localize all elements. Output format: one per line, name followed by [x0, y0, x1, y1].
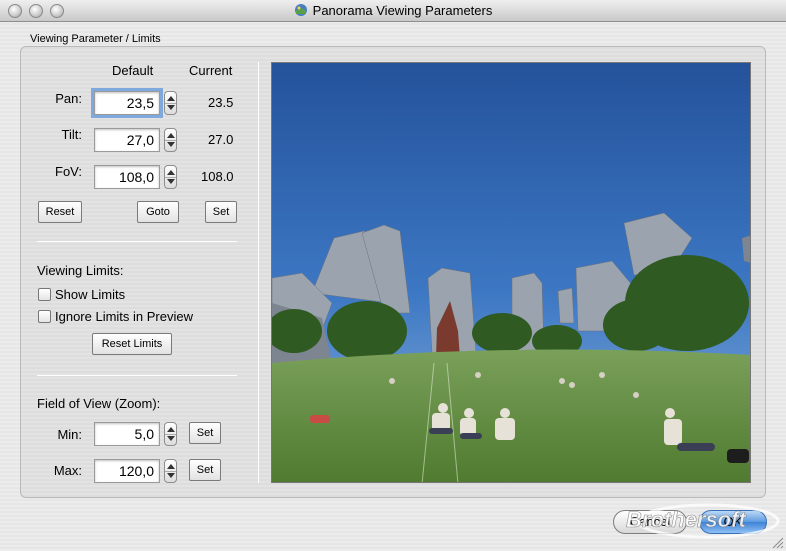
max-field[interactable]: 120,0: [94, 459, 160, 483]
fov-default-field[interactable]: 108,0: [94, 165, 160, 189]
app-icon: [294, 4, 307, 16]
max-label: Max:: [53, 463, 82, 478]
separator-2: [37, 375, 237, 376]
pan-stepper[interactable]: [164, 91, 177, 115]
reset-button[interactable]: Reset: [38, 201, 82, 223]
min-stepper[interactable]: [164, 422, 177, 446]
min-label: Min:: [57, 427, 82, 442]
tilt-label: Tilt:: [61, 127, 82, 142]
separator-1: [37, 241, 237, 242]
pan-default-field[interactable]: 23,5: [91, 88, 163, 118]
show-limits-label[interactable]: Show Limits: [55, 287, 125, 302]
panorama-image: [272, 63, 750, 482]
show-limits-checkbox[interactable]: [38, 288, 51, 301]
panorama-preview[interactable]: [271, 62, 751, 483]
title-bar[interactable]: Panorama Viewing Parameters: [0, 0, 786, 22]
dialog-window: Panorama Viewing Parameters Viewing Para…: [0, 0, 786, 551]
max-stepper[interactable]: [164, 459, 177, 483]
fov-label: FoV:: [55, 164, 82, 179]
pan-current-value: 23.5: [208, 95, 234, 110]
max-set-button[interactable]: Set: [189, 459, 221, 481]
tilt-stepper[interactable]: [164, 128, 177, 152]
fov-stepper[interactable]: [164, 165, 177, 189]
viewing-limits-heading: Viewing Limits:: [37, 263, 124, 278]
min-set-button[interactable]: Set: [189, 422, 221, 444]
default-header: Default: [112, 63, 154, 78]
goto-button[interactable]: Goto: [137, 201, 179, 223]
ignore-limits-label[interactable]: Ignore Limits in Preview: [55, 309, 193, 324]
fov-current-value: 108.0: [201, 169, 234, 184]
resize-grip-icon[interactable]: [772, 537, 784, 549]
reset-limits-button[interactable]: Reset Limits: [92, 333, 172, 355]
window-title-wrap: Panorama Viewing Parameters: [0, 3, 786, 18]
current-header: Current: [189, 63, 233, 78]
min-field[interactable]: 5,0: [94, 422, 160, 446]
vertical-separator: [258, 62, 259, 483]
tilt-current-value: 27.0: [208, 132, 234, 147]
set-button[interactable]: Set: [205, 201, 237, 223]
brothersoft-watermark: Brothersoft: [626, 503, 780, 539]
zoom-heading: Field of View (Zoom):: [37, 396, 161, 411]
group-label: Viewing Parameter / Limits: [30, 33, 161, 45]
window-title: Panorama Viewing Parameters: [312, 3, 493, 18]
ignore-limits-checkbox[interactable]: [38, 310, 51, 323]
pan-label: Pan:: [55, 91, 82, 106]
tilt-default-field[interactable]: 27,0: [94, 128, 160, 152]
svg-text:Brothersoft: Brothersoft: [626, 507, 747, 532]
